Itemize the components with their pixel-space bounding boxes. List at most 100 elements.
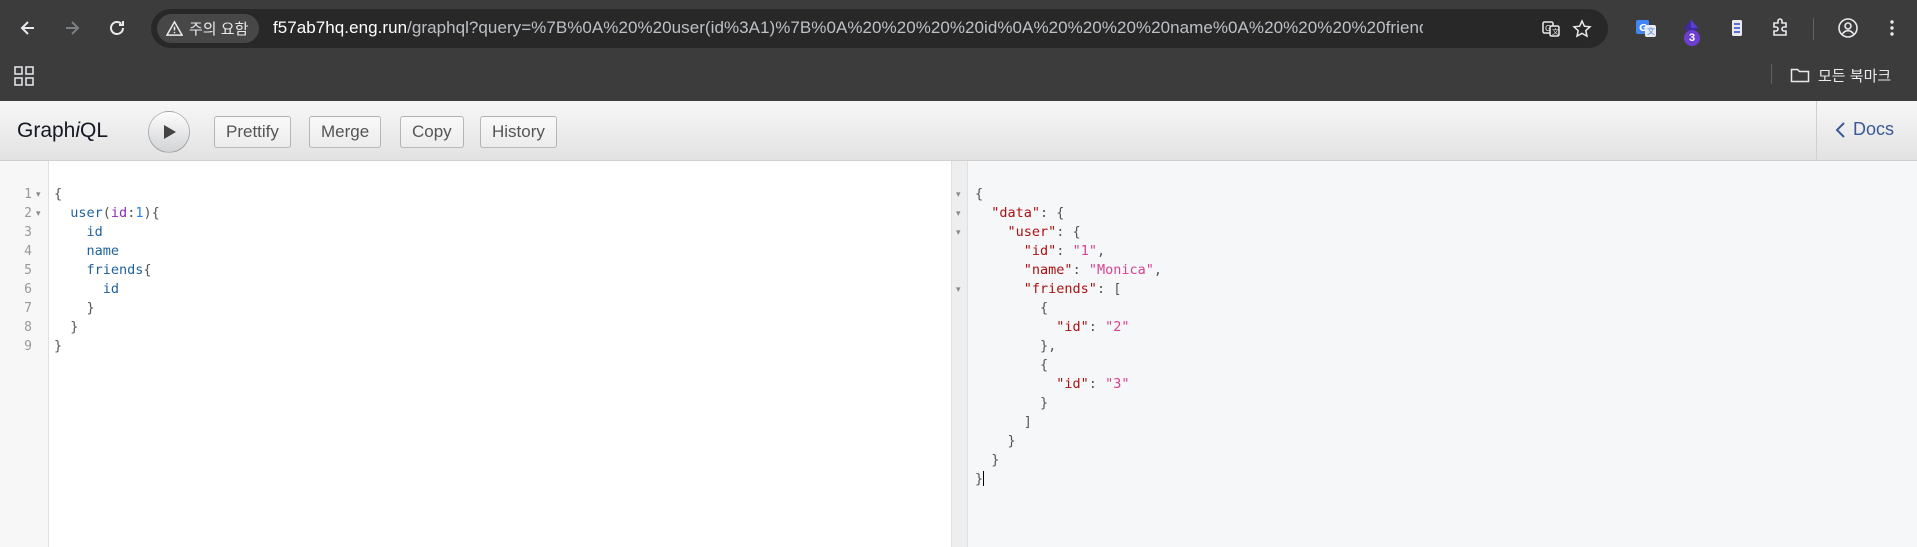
result-line: "data": { [991, 205, 1065, 221]
svg-text:文: 文 [1647, 26, 1655, 36]
all-bookmarks-folder[interactable]: 모든 북마크 [1790, 63, 1891, 87]
result-line: ] [975, 414, 1032, 430]
url-path: /graphql?query=%7B%0A%20%20user(id%3A1)%… [407, 18, 1423, 37]
json-string: "2" [1105, 319, 1130, 335]
docs-area: Docs [1816, 101, 1917, 161]
docs-label: Docs [1853, 119, 1895, 139]
line-number: 4 [24, 244, 32, 259]
browser-menu-button[interactable] [1878, 14, 1906, 42]
json-key: "name" [1023, 262, 1073, 278]
forward-button[interactable] [56, 12, 88, 44]
query-line: name [54, 243, 120, 259]
query-line: } [54, 319, 79, 335]
url-text[interactable]: f57ab7hq.eng.run/graphql?query=%7B%0A%20… [273, 18, 1423, 38]
copy-button[interactable]: Copy [400, 116, 464, 148]
result-line: "id": "3" [1056, 376, 1130, 392]
query-editor[interactable]: 1 ▾ 2 ▾ 3 4 5 6 7 8 9 { user(id:1){ id n… [0, 161, 951, 547]
line-number: 2 [24, 206, 32, 221]
json-string: "3" [1105, 376, 1130, 392]
bookmark-divider [1771, 64, 1772, 84]
apps-icon[interactable] [14, 66, 34, 86]
fold-arrow-icon[interactable]: ▾ [956, 209, 961, 219]
merge-button[interactable]: Merge [309, 116, 382, 148]
json-key: "id" [1023, 243, 1057, 259]
closing-brace: } [975, 471, 984, 487]
reload-button[interactable] [101, 12, 133, 44]
title-prefix: Graph [17, 119, 76, 142]
result-line: "id": "2" [1056, 319, 1130, 335]
execute-query-button[interactable] [148, 111, 190, 153]
play-icon [164, 125, 176, 139]
line-number: 1 [24, 187, 32, 202]
extension-badge: 3 [1684, 30, 1700, 46]
docs-button[interactable]: Docs [1835, 119, 1894, 140]
result-line: { [975, 186, 984, 202]
profile-icon [1838, 18, 1858, 38]
toolbar-divider [1813, 18, 1814, 40]
graphiql-title: GraphiQL [17, 119, 108, 143]
folder-icon [1790, 68, 1810, 83]
browser-chrome: 주의 요함 f57ab7hq.eng.run/graphql?query=%7B… [0, 0, 1917, 101]
result-line: "name": "Monica", [1023, 262, 1162, 278]
line-number: 3 [24, 225, 32, 240]
text-cursor [983, 471, 985, 486]
fold-arrow-icon[interactable]: ▾ [36, 190, 41, 200]
security-label: 주의 요함 [189, 21, 249, 38]
line-number: 7 [24, 301, 32, 316]
bookmark-star-button[interactable] [1571, 18, 1593, 40]
result-line: { [975, 300, 1049, 316]
result-line: }, [975, 338, 1057, 354]
query-line: id [54, 281, 120, 297]
result-viewer[interactable]: ▾ ▾ ▾ ▾ { "data": { "user": { "id": "1",… [951, 161, 1917, 547]
result-line: { [975, 357, 1049, 373]
query-line: user(id:1){ [70, 205, 160, 221]
security-chip[interactable]: 주의 요함 [157, 14, 260, 43]
address-bar[interactable]: 주의 요함 f57ab7hq.eng.run/graphql?query=%7B… [151, 9, 1608, 48]
fold-arrow-icon[interactable]: ▾ [956, 190, 961, 200]
dotted-extension[interactable] [1723, 14, 1751, 42]
history-button[interactable]: History [480, 116, 557, 148]
graphiql-toolbar: GraphiQL Prettify Merge Copy History Doc… [0, 101, 1917, 161]
query-line: friends{ [86, 262, 152, 278]
extensions-menu-button[interactable] [1766, 14, 1794, 42]
profile-button[interactable] [1834, 14, 1862, 42]
fold-arrow-icon[interactable]: ▾ [956, 228, 961, 238]
back-button[interactable] [12, 12, 44, 44]
json-key: "id" [1056, 319, 1089, 335]
result-fold-gutter: ▾ ▾ ▾ ▾ [952, 161, 968, 547]
reload-icon [110, 21, 124, 35]
translate-button[interactable]: G文 [1540, 18, 1562, 40]
prettify-button[interactable]: Prettify [214, 116, 291, 148]
line-number: 9 [24, 339, 32, 354]
query-line: { [54, 186, 63, 202]
result-line: } [975, 471, 985, 487]
svg-text:文: 文 [1552, 27, 1559, 36]
translate-icon: G文 [1636, 20, 1656, 37]
json-string: "1" [1072, 243, 1097, 259]
result-line: } [975, 395, 1049, 411]
result-line: } [975, 433, 1016, 449]
google-translate-extension[interactable]: G文 [1632, 14, 1660, 42]
line-number-gutter: 1 ▾ 2 ▾ 3 4 5 6 7 8 9 [0, 161, 49, 547]
warning-icon [166, 20, 183, 36]
star-icon [1572, 19, 1592, 38]
result-line: "user": { [1007, 224, 1081, 240]
fold-arrow-icon[interactable]: ▾ [36, 209, 41, 219]
json-string: "Monica" [1088, 262, 1154, 278]
forward-icon [66, 21, 80, 35]
title-suffix: QL [80, 119, 109, 142]
extension-icon [1773, 18, 1787, 36]
json-key: "data" [991, 205, 1041, 221]
translate-icon: G文 [1542, 21, 1560, 37]
line-number: 5 [24, 263, 32, 278]
extension-icon [1732, 20, 1742, 36]
json-key: "id" [1056, 376, 1089, 392]
all-bookmarks-label: 모든 북마크 [1818, 67, 1892, 85]
menu-icon [1890, 20, 1894, 36]
chevron-left-icon [1835, 121, 1845, 138]
json-key: "friends" [1023, 281, 1097, 297]
result-line: "id": "1", [1023, 243, 1106, 259]
fold-arrow-icon[interactable]: ▾ [956, 285, 961, 295]
url-host: f57ab7hq.eng.run [273, 18, 408, 37]
result-line: "friends": [ [1023, 281, 1122, 297]
